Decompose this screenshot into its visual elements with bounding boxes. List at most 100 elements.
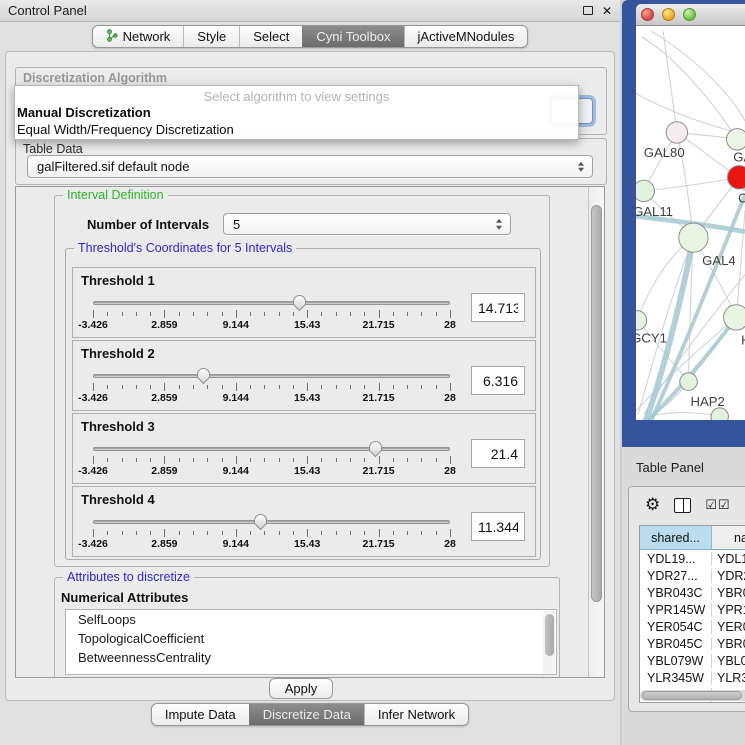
cell-name[interactable]: YDR2 <box>712 569 745 583</box>
cell-shared-name[interactable]: YDL19... <box>640 552 712 566</box>
tab-network[interactable]: Network <box>93 26 184 47</box>
cell-shared-name[interactable]: YER054C <box>640 620 712 634</box>
panel-scrollbar-thumb[interactable] <box>591 205 602 602</box>
table-row[interactable]: YBR043CYBR0 <box>640 584 745 601</box>
threshold-slider[interactable]: -3.4262.8599.14415.4321.71528 <box>93 292 450 332</box>
network-icon <box>106 29 118 45</box>
attribute-list-item[interactable]: BetweennessCentrality <box>66 648 556 667</box>
apply-button[interactable]: Apply <box>269 678 333 699</box>
algorithm-dropdown-popup: Select algorithm to view settings Manual… <box>14 85 579 140</box>
slider-thumb[interactable] <box>292 294 307 312</box>
attribute-list-item[interactable]: SelfLoops <box>66 610 556 629</box>
threshold-slider[interactable]: -3.4262.8599.14415.4321.71528 <box>93 365 450 405</box>
column-header-shared[interactable]: shared... <box>640 526 712 549</box>
cell-shared-name[interactable]: YBL079W <box>640 654 712 668</box>
threshold-value-field[interactable] <box>471 439 525 468</box>
tab-impute-data[interactable]: Impute Data <box>152 704 249 725</box>
group-title: Threshold's Coordinates for 5 Intervals <box>74 241 296 255</box>
application-window: Control Panel ✕ <box>0 0 745 745</box>
panel-scrollbar[interactable] <box>588 187 604 677</box>
group-title: Attributes to discretize <box>63 570 194 584</box>
table-row[interactable]: YBR045CYBR0 <box>640 635 745 652</box>
table-panel: ⚙ ☑☑ shared... na YDL19...YDL1YDR27...YD… <box>628 486 745 712</box>
network-node[interactable] <box>666 122 687 143</box>
cell-name[interactable]: YBR0 <box>712 586 745 600</box>
slider-track[interactable] <box>93 447 450 451</box>
tab-cyni-toolbox[interactable]: Cyni Toolbox <box>302 26 403 47</box>
num-intervals-combobox[interactable]: 5 <box>223 213 511 235</box>
table-row[interactable]: YDR27...YDR2 <box>640 567 745 584</box>
network-window-titlebar[interactable] <box>636 4 745 26</box>
table-row[interactable]: YLR345WYLR3 <box>640 670 745 687</box>
cell-name[interactable]: YPR1 <box>712 603 745 617</box>
tab-select[interactable]: Select <box>239 26 302 47</box>
slider-track[interactable] <box>93 374 450 378</box>
menu-item-equal-width-frequency[interactable]: Equal Width/Frequency Discretization <box>17 122 234 137</box>
tab-label: Network <box>123 29 171 44</box>
slider-track[interactable] <box>93 520 450 524</box>
tab-style[interactable]: Style <box>183 26 239 47</box>
network-node[interactable] <box>679 223 708 252</box>
tab-discretize-data[interactable]: Discretize Data <box>249 704 364 725</box>
cell-shared-name[interactable]: YBR043C <box>640 586 712 600</box>
threshold-value-field[interactable] <box>471 293 525 322</box>
split-columns-icon[interactable] <box>674 498 691 513</box>
network-edge <box>652 31 745 121</box>
node-table[interactable]: shared... na YDL19...YDL1YDR27...YDR2YBR… <box>639 525 745 703</box>
checkbox-icons[interactable]: ☑☑ <box>705 499 730 512</box>
column-header-name[interactable]: na <box>712 526 745 549</box>
minimize-traffic-light[interactable] <box>662 8 675 21</box>
cell-shared-name[interactable]: YDR27... <box>640 569 712 583</box>
attribute-list-item[interactable]: TopologicalCoefficient <box>66 629 556 648</box>
threshold-slider[interactable]: -3.4262.8599.14415.4321.71528 <box>93 438 450 478</box>
network-node[interactable] <box>636 180 654 201</box>
network-view-window[interactable]: GAL80GACGAL11GAL4GCY1HHAP2 <box>622 0 745 447</box>
table-hscrollbar-thumb[interactable] <box>642 691 742 700</box>
list-scrollbar-thumb[interactable] <box>545 614 554 656</box>
gear-icon[interactable]: ⚙ <box>645 497 660 514</box>
network-node[interactable] <box>636 311 647 330</box>
network-node[interactable] <box>727 129 745 150</box>
list-scrollbar[interactable] <box>543 611 555 675</box>
threshold-value-field[interactable] <box>471 512 525 541</box>
cell-name[interactable]: YLR3 <box>712 671 745 685</box>
cell-name[interactable]: YBL0 <box>712 654 745 668</box>
cell-name[interactable]: YDL1 <box>712 552 745 566</box>
table-hscrollbar[interactable] <box>640 690 745 701</box>
slider-thumb[interactable] <box>368 440 383 458</box>
table-row[interactable]: YER054CYER0 <box>640 618 745 635</box>
cell-name[interactable]: YBR0 <box>712 637 745 651</box>
table-row[interactable]: YPR145WYPR1 <box>640 601 745 618</box>
cell-name[interactable]: YER0 <box>712 620 745 634</box>
cell-shared-name[interactable]: YPR145W <box>640 603 712 617</box>
slider-track[interactable] <box>93 301 450 305</box>
interval-definition-group: Interval Definition Number of Intervals … <box>54 195 550 567</box>
network-node-label: HAP2 <box>691 394 725 409</box>
num-intervals-label: Number of Intervals <box>87 217 209 232</box>
cell-shared-name[interactable]: YBR045C <box>640 637 712 651</box>
tab-label: Discretize Data <box>263 707 351 722</box>
slider-thumb[interactable] <box>253 513 268 531</box>
table-row[interactable]: YBL079WYBL0 <box>640 653 745 670</box>
table-data-group: Table Data galFiltered.sif default node <box>15 138 607 185</box>
tab-infer-network[interactable]: Infer Network <box>364 704 468 725</box>
network-edge <box>736 210 745 317</box>
network-node[interactable] <box>680 373 698 391</box>
cell-shared-name[interactable]: YLR345W <box>640 671 712 685</box>
menu-item-manual-discretization[interactable]: Manual Discretization <box>17 105 151 120</box>
close-traffic-light[interactable] <box>641 8 654 21</box>
threshold-value-field[interactable] <box>471 366 525 395</box>
threshold-slider[interactable]: -3.4262.8599.14415.4321.71528 <box>93 511 450 551</box>
table-data-combobox[interactable]: galFiltered.sif default node <box>27 155 593 178</box>
tab-jactivemnodules[interactable]: jActiveMNodules <box>404 26 528 47</box>
slider-thumb[interactable] <box>196 367 211 385</box>
float-window-icon[interactable] <box>583 6 593 15</box>
network-node[interactable] <box>727 166 745 189</box>
network-canvas[interactable]: GAL80GACGAL11GAL4GCY1HHAP2 <box>636 26 745 420</box>
network-node[interactable] <box>724 305 745 330</box>
network-node[interactable] <box>711 408 729 420</box>
zoom-traffic-light[interactable] <box>683 8 696 21</box>
close-icon[interactable]: ✕ <box>602 5 612 17</box>
table-row[interactable]: YDL19...YDL1 <box>640 550 745 567</box>
numerical-attributes-list[interactable]: SelfLoopsTopologicalCoefficientBetweenne… <box>65 609 557 675</box>
